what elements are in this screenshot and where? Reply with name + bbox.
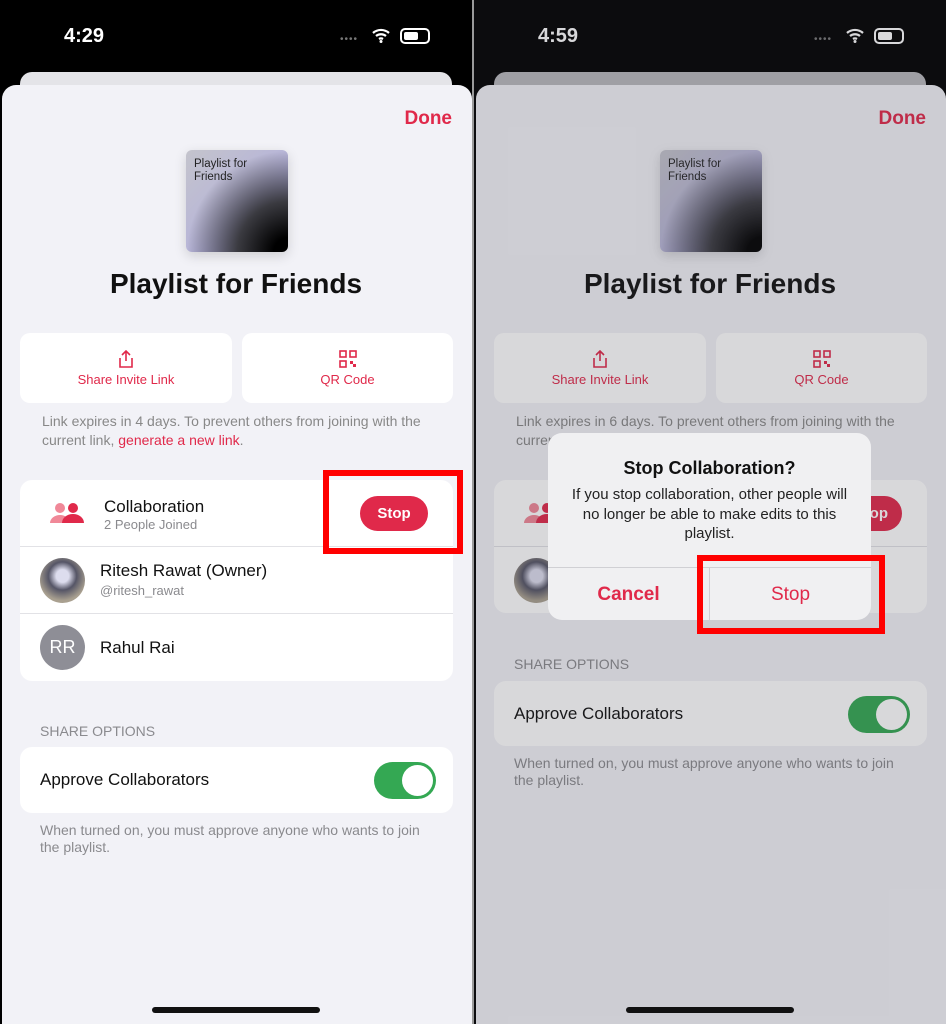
qr-code-button[interactable]: QR Code — [242, 333, 453, 403]
battery-icon — [400, 28, 430, 44]
approve-collaborators-label: Approve Collaborators — [40, 770, 210, 789]
wifi-icon — [372, 28, 390, 43]
page-title: Playlist for Friends — [109, 268, 363, 299]
member-row[interactable]: Ritesh Rawat (Owner) @ritesh_rawat — [20, 547, 453, 614]
status-time: 4:29 — [64, 25, 105, 47]
avatar — [40, 558, 85, 603]
member-row[interactable]: RR Rahul Rai — [20, 614, 453, 681]
home-indicator[interactable] — [152, 1007, 320, 1013]
approve-card: Approve Collaborators — [20, 747, 453, 813]
member-name: Rahul Rai — [100, 638, 175, 657]
share-invite-label: Share Invite Link — [77, 372, 175, 387]
qr-code-icon — [338, 350, 357, 368]
playlist-artwork: Playlist for Friends — [186, 150, 288, 252]
generate-new-link[interactable]: generate a new link — [118, 432, 239, 448]
member-name: Ritesh Rawat (Owner) — [100, 561, 268, 580]
phone-screen-left: 4:29 •••• Done Playlist for Friends Play… — [0, 0, 472, 1024]
qr-code-label: QR Code — [320, 372, 375, 387]
cancel-button[interactable]: Cancel — [548, 568, 710, 620]
done-button[interactable]: Done — [405, 108, 453, 130]
people-joined-count: 2 People Joined — [104, 517, 198, 532]
dialog-message: If you stop collaboration, other people … — [571, 486, 848, 542]
approve-collaborators-toggle[interactable] — [374, 762, 436, 799]
highlight-box — [697, 555, 885, 634]
member-handle: @ritesh_rawat — [100, 583, 185, 598]
share-invite-link-button[interactable]: Share Invite Link — [20, 333, 232, 403]
share-icon — [119, 350, 133, 368]
home-indicator[interactable] — [626, 1007, 794, 1013]
signal-icon: •••• — [340, 34, 359, 45]
phone-screen-right: 4:59 •••• Done Playlist for Friends Play… — [474, 0, 946, 1024]
collaboration-label: Collaboration — [104, 497, 205, 516]
link-expiry-text: Link expires in 4 days. To prevent other… — [42, 413, 421, 448]
people-icon — [50, 503, 84, 523]
avatar: RR — [40, 625, 85, 670]
artwork-text: Playlist for Friends — [194, 158, 248, 183]
share-options-header: SHARE OPTIONS — [40, 723, 156, 739]
approve-footer-text: When turned on, you must approve anyone … — [40, 822, 420, 855]
highlight-box — [323, 470, 463, 554]
dialog-title: Stop Collaboration? — [623, 458, 796, 478]
